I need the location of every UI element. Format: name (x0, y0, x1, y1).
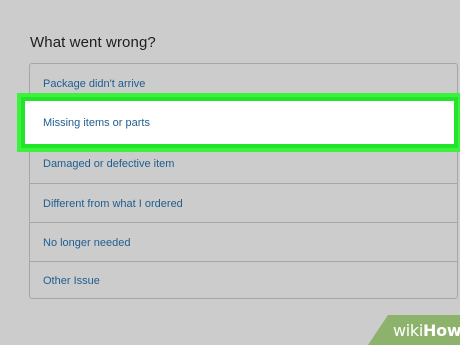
option-different-from-ordered[interactable]: Different from what I ordered (30, 183, 457, 223)
watermark-suffix: How (423, 321, 460, 340)
option-other-issue[interactable]: Other Issue (30, 261, 457, 299)
reason-options-list: Package didn't arrive Damaged or defecti… (29, 63, 458, 299)
watermark-text: wikiHow (393, 321, 460, 340)
option-no-longer-needed[interactable]: No longer needed (30, 222, 457, 262)
wikihow-watermark: wikiHow (368, 315, 460, 345)
option-package-didnt-arrive[interactable]: Package didn't arrive (30, 64, 457, 103)
page-heading: What went wrong? (30, 34, 156, 51)
option-missing-items-selected[interactable]: Missing items or parts (25, 101, 454, 144)
option-damaged-or-defective[interactable]: Damaged or defective item (30, 143, 457, 183)
watermark-prefix: wiki (393, 321, 424, 340)
